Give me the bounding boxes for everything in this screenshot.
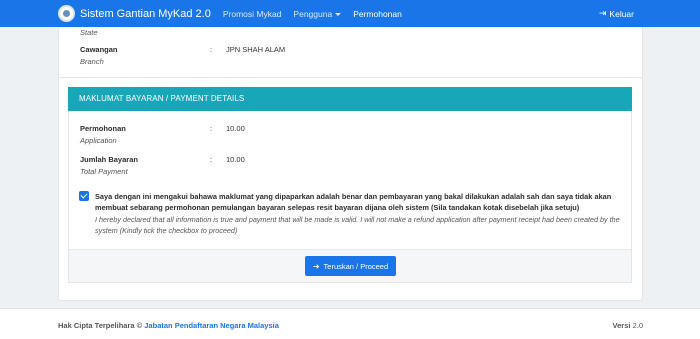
proceed-button[interactable]: ➜ Teruskan / Proceed [305,256,396,276]
application-label: Permohonan [80,124,126,133]
top-navbar: Sistem Gantian MyKad 2.0 Promosi Mykad P… [0,0,700,27]
application-colon: : [210,124,213,133]
total-payment-value: 10.00 [226,155,245,164]
brand[interactable]: Sistem Gantian MyKad 2.0 [58,5,211,22]
payment-details-title: MAKLUMAT BAYARAN / PAYMENT DETAILS [79,94,245,103]
brand-title: Sistem Gantian MyKad 2.0 [80,7,211,20]
total-payment-colon: : [210,155,213,164]
logout-label: Keluar [609,8,634,19]
proceed-button-label: Teruskan / Proceed [323,261,389,271]
branch-label: Cawangan [80,45,118,54]
nav-link-pengguna-label: Pengguna [293,8,333,19]
branch-colon: : [210,45,213,54]
nav-link-permohonan[interactable]: Permohonan [353,9,402,19]
branch-info-card [58,27,643,79]
total-payment-sublabel: Total Payment [80,167,128,176]
application-value: 10.00 [226,124,245,133]
version-value: 2.0 [632,321,643,330]
caret-down-icon [335,12,342,16]
application-sublabel: Application [80,136,117,145]
version-label: Versi [612,321,631,330]
nav-link-promosi-mykad[interactable]: Promosi Mykad [223,9,282,19]
declaration-text-english: I hereby declared that all information i… [95,215,620,235]
sign-out-icon: ⇥ [598,8,607,18]
version-text: Versi 2.0 [613,321,643,330]
arrow-right-icon: ➜ [312,261,320,271]
declaration-text-malay: Saya dengan ini mengakui bahawa maklumat… [95,192,612,212]
copyright-prefix: Hak Cipta Terpelihara © [58,321,143,330]
jpn-link[interactable]: Jabatan Pendaftaran Negara Malaysia [144,321,279,330]
copyright-text: Hak Cipta Terpelihara © Jabatan Pendafta… [58,321,279,330]
nav-link-pengguna[interactable]: Pengguna [293,8,342,19]
logout-button[interactable]: ⇥ Keluar [599,0,634,27]
page-footer: Hak Cipta Terpelihara © Jabatan Pendafta… [0,308,700,339]
total-payment-label: Jumlah Bayaran [80,155,138,164]
payment-details-header: MAKLUMAT BAYARAN / PAYMENT DETAILS [68,87,632,111]
branch-sublabel: Branch [80,57,104,66]
declaration-checkbox[interactable] [79,191,89,201]
state-sublabel: State [80,28,98,37]
branch-value: JPN SHAH ALAM [226,45,286,54]
jpn-logo-icon [58,5,75,22]
